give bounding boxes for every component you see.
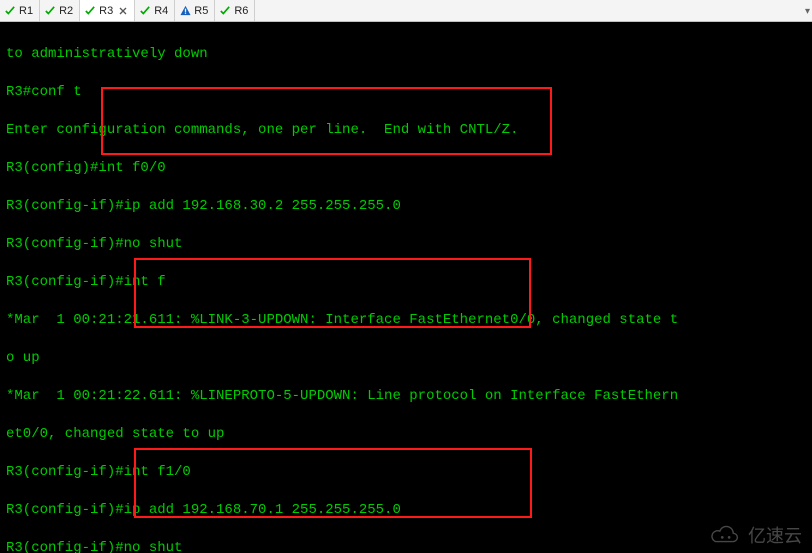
- checkmark-icon: [139, 5, 151, 17]
- checkmark-icon: [44, 5, 56, 17]
- term-line: o up: [6, 349, 806, 368]
- tab-label: R4: [154, 5, 168, 17]
- term-line: *Mar 1 00:21:21.611: %LINK-3-UPDOWN: Int…: [6, 311, 806, 330]
- warning-icon: [179, 5, 191, 17]
- tab-bar: R1 R2 R3 R4 R5 R6: [0, 0, 812, 22]
- term-line: R3#conf t: [6, 83, 806, 102]
- checkmark-icon: [219, 5, 231, 17]
- tab-r6[interactable]: R6: [215, 0, 255, 21]
- terminal-output[interactable]: to administratively down R3#conf t Enter…: [0, 22, 812, 553]
- term-line: R3(config-if)#ip add 192.168.30.2 255.25…: [6, 197, 806, 216]
- term-line: R3(config-if)#ip add 192.168.70.1 255.25…: [6, 501, 806, 520]
- tab-label: R3: [99, 5, 113, 17]
- tab-label: R1: [19, 5, 33, 17]
- term-line: R3(config-if)#int f1/0: [6, 463, 806, 482]
- term-line: *Mar 1 00:21:22.611: %LINEPROTO-5-UPDOWN…: [6, 387, 806, 406]
- term-line: R3(config)#int f0/0: [6, 159, 806, 178]
- term-line: R3(config-if)#no shut: [6, 539, 806, 553]
- tab-r2[interactable]: R2: [40, 0, 80, 21]
- tab-r1[interactable]: R1: [0, 0, 40, 21]
- tab-r5[interactable]: R5: [175, 0, 215, 21]
- close-icon[interactable]: [118, 6, 128, 16]
- tab-label: R6: [234, 5, 248, 17]
- term-line: R3(config-if)#no shut: [6, 235, 806, 254]
- checkmark-icon: [4, 5, 16, 17]
- term-line: Enter configuration commands, one per li…: [6, 121, 806, 140]
- tabbar-scroll-button[interactable]: ▾: [805, 0, 810, 22]
- tab-label: R2: [59, 5, 73, 17]
- tab-r4[interactable]: R4: [135, 0, 175, 21]
- term-line: R3(config-if)#int f: [6, 273, 806, 292]
- tab-label: R5: [194, 5, 208, 17]
- term-line: to administratively down: [6, 45, 806, 64]
- tab-r3[interactable]: R3: [80, 0, 135, 21]
- term-line: et0/0, changed state to up: [6, 425, 806, 444]
- checkmark-icon: [84, 5, 96, 17]
